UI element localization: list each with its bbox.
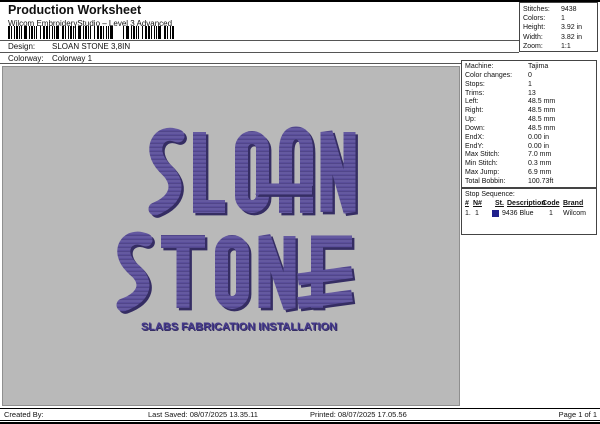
machine-stat-label: EndY:	[465, 142, 484, 150]
created-by-label: Created By:	[4, 410, 44, 419]
colorway-label: Colorway:	[8, 54, 44, 63]
machine-stat-value: 0.00 in	[528, 142, 550, 150]
stop-row-needle: 1	[475, 210, 479, 217]
stop-sequence-panel: Stop Sequence: # N# St. Description Code Bran…	[461, 188, 597, 235]
page-title: Production Worksheet	[8, 3, 142, 17]
stat-label: Zoom:	[523, 42, 543, 50]
top-border-line	[0, 0, 600, 2]
machine-stat-label: Color changes:	[465, 71, 513, 79]
design-name-value: SLOAN STONE 3,8IN	[52, 42, 131, 51]
stop-col-header: Description	[507, 200, 546, 207]
machine-stat-label: Trims:	[465, 89, 485, 97]
stop-row-code: 1	[549, 210, 553, 217]
machine-info-panel: Machine: Tajima Color changes: 0 Stops: 1 Trim…	[461, 60, 597, 188]
machine-stat-label: Total Bobbin:	[465, 177, 506, 185]
design-word-line1	[148, 126, 358, 218]
design-row: Design: SLOAN STONE 3,8IN	[8, 42, 130, 51]
footer-divider	[0, 408, 600, 409]
stitch-stats-panel: Stitches: 9438 Colors: 1 Height: 3.92 in Width…	[519, 2, 598, 52]
machine-stat-value: 48.5 mm	[528, 107, 556, 115]
stat-value: 1	[561, 15, 565, 23]
machine-stat-value: 0.3 mm	[528, 160, 552, 168]
design-preview-canvas: SLABS FABRICATION INSTALLATION SLABS FABR…	[2, 66, 460, 406]
colorway-value: Colorway 1	[52, 54, 93, 63]
machine-stat-row: Left: 48.5 mm	[465, 98, 596, 107]
design-tagline: SLABS FABRICATION INSTALLATION	[141, 321, 337, 333]
stat-label: Stitches:	[523, 6, 550, 13]
design-barcode: ,	[8, 26, 174, 41]
stat-value: 3.82 in	[561, 33, 583, 41]
machine-stat-label: Down:	[465, 124, 485, 132]
stop-row-brand: Wilcom	[563, 210, 586, 217]
stop-col-header: Code	[542, 200, 560, 207]
stat-row: Height: 3.92 in	[523, 23, 597, 32]
machine-stat-row: Machine: Tajima	[465, 63, 596, 72]
machine-stat-label: Max Stitch:	[465, 151, 500, 159]
machine-stat-value: 48.5 mm	[528, 116, 556, 124]
machine-stat-row: Max Stitch: 7.0 mm	[465, 151, 596, 160]
machine-stat-label: Left:	[465, 98, 479, 106]
stat-value: 1:1	[561, 42, 571, 50]
stat-label: Height:	[523, 24, 546, 32]
page-number-label: Page 1 of 1	[558, 410, 597, 419]
embroidery-design: SLABS FABRICATION INSTALLATIONSLABS FABR…	[116, 126, 358, 334]
thread-color-swatch	[492, 210, 499, 217]
machine-stat-label: Machine:	[465, 63, 494, 70]
machine-stat-value: 6.9 mm	[528, 169, 552, 177]
stat-row: Stitches: 9438	[523, 5, 597, 14]
colorway-row: Colorway: Colorway 1	[8, 54, 92, 63]
stat-row: Zoom: 1:1	[523, 42, 597, 51]
machine-stat-label: Stops:	[465, 80, 485, 88]
machine-stat-label: Max Jump:	[465, 169, 500, 177]
stop-col-header: St.	[495, 200, 504, 207]
design-label: Design:	[8, 42, 36, 51]
stop-row-index: 1.	[465, 210, 471, 217]
machine-stat-row: Color changes: 0	[465, 72, 596, 81]
stat-value: 3.92 in	[561, 24, 583, 32]
machine-stat-value: 7.0 mm	[528, 151, 552, 159]
machine-stat-value: Tajima	[528, 63, 549, 70]
machine-stat-value: 48.5 mm	[528, 98, 556, 106]
machine-stat-row: EndY: 0.00 in	[465, 143, 596, 152]
stop-col-header: N#	[473, 200, 482, 207]
machine-stat-value: 48.5 mm	[528, 124, 556, 132]
stat-row: Colors: 1	[523, 14, 597, 23]
header-divider	[0, 63, 519, 64]
design-word-line2	[116, 231, 356, 314]
machine-stat-label: Up:	[465, 116, 476, 124]
machine-stat-row: Stops: 1	[465, 81, 596, 90]
machine-stat-row: Max Jump: 6.9 mm	[465, 169, 596, 178]
stop-col-header: Brand	[563, 200, 584, 207]
printed-label: Printed: 08/07/2025 17.05.56	[310, 410, 407, 419]
stop-col-header: #	[465, 200, 469, 207]
machine-stat-value: 13	[528, 89, 536, 97]
machine-stat-row: EndX: 0.00 in	[465, 134, 596, 143]
footer-bottom-line	[0, 420, 600, 421]
machine-stat-row: Min Stitch: 0.3 mm	[465, 160, 596, 169]
header-divider	[0, 40, 519, 41]
machine-stat-value: 100.73ft	[528, 177, 554, 185]
machine-stat-row: Trims: 13	[465, 90, 596, 99]
machine-stat-label: Min Stitch:	[465, 160, 498, 168]
machine-stat-row: Down: 48.5 mm	[465, 125, 596, 134]
last-saved-label: Last Saved: 08/07/2025 13.35.11	[148, 410, 258, 419]
stop-row-description: 9436 Blue	[502, 210, 534, 217]
stat-label: Colors:	[523, 15, 546, 23]
stat-value: 9438	[561, 6, 577, 13]
machine-stat-value: 0	[528, 71, 532, 79]
header-divider	[0, 52, 519, 53]
machine-stat-row: Total Bobbin: 100.73ft	[465, 178, 596, 187]
stat-label: Width:	[523, 33, 543, 41]
stop-sequence-title: Stop Sequence:	[465, 191, 515, 198]
machine-stat-label: EndX:	[465, 133, 485, 141]
machine-stat-value: 1	[528, 80, 532, 88]
machine-stat-row: Right: 48.5 mm	[465, 107, 596, 116]
machine-stat-label: Right:	[465, 107, 484, 115]
machine-stat-row: Up: 48.5 mm	[465, 116, 596, 125]
stat-row: Width: 3.82 in	[523, 33, 597, 42]
machine-stat-value: 0.00 in	[528, 133, 550, 141]
